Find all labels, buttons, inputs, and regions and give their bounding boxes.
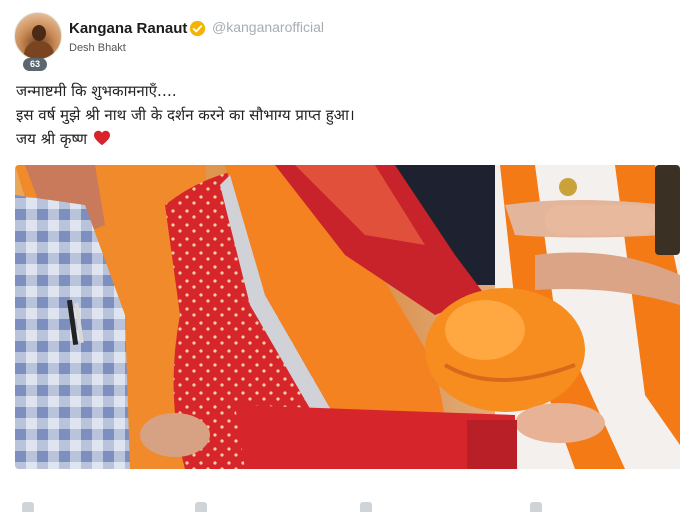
like-icon[interactable]	[22, 502, 34, 512]
red-heart-icon	[94, 130, 111, 146]
avatar[interactable]	[14, 12, 62, 60]
post-line-1: जन्माष्टमी कि शुभकामनाएँ….	[16, 82, 177, 100]
avatar-badge: 63	[23, 58, 48, 71]
avatar-container[interactable]: 63	[14, 12, 62, 72]
more-icon[interactable]	[530, 502, 542, 512]
post-text: जन्माष्टमी कि शुभकामनाएँ…. इस वर्ष मुझे …	[16, 79, 656, 151]
author-name[interactable]: Kangana Ranaut	[69, 20, 187, 37]
author-handle[interactable]: @kanganarofficial	[212, 19, 324, 35]
comment-icon[interactable]	[195, 502, 207, 512]
author-bio: Desh Bhakt	[69, 42, 126, 54]
post-photo[interactable]	[15, 165, 680, 469]
share-icon[interactable]	[360, 502, 372, 512]
action-bar	[0, 494, 680, 512]
post-line-2: इस वर्ष मुझे श्री नाथ जी के दर्शन करने क…	[16, 106, 355, 124]
avatar-head	[32, 25, 46, 41]
post-line-3-wrap: जय श्री कृष्ण	[16, 127, 656, 151]
post-line-3: जय श्री कृष्ण	[16, 130, 88, 148]
social-post: 63 Kangana Ranaut @kanganarofficial Desh…	[0, 0, 680, 512]
verified-check-icon	[189, 20, 206, 37]
photo-image	[15, 165, 680, 469]
